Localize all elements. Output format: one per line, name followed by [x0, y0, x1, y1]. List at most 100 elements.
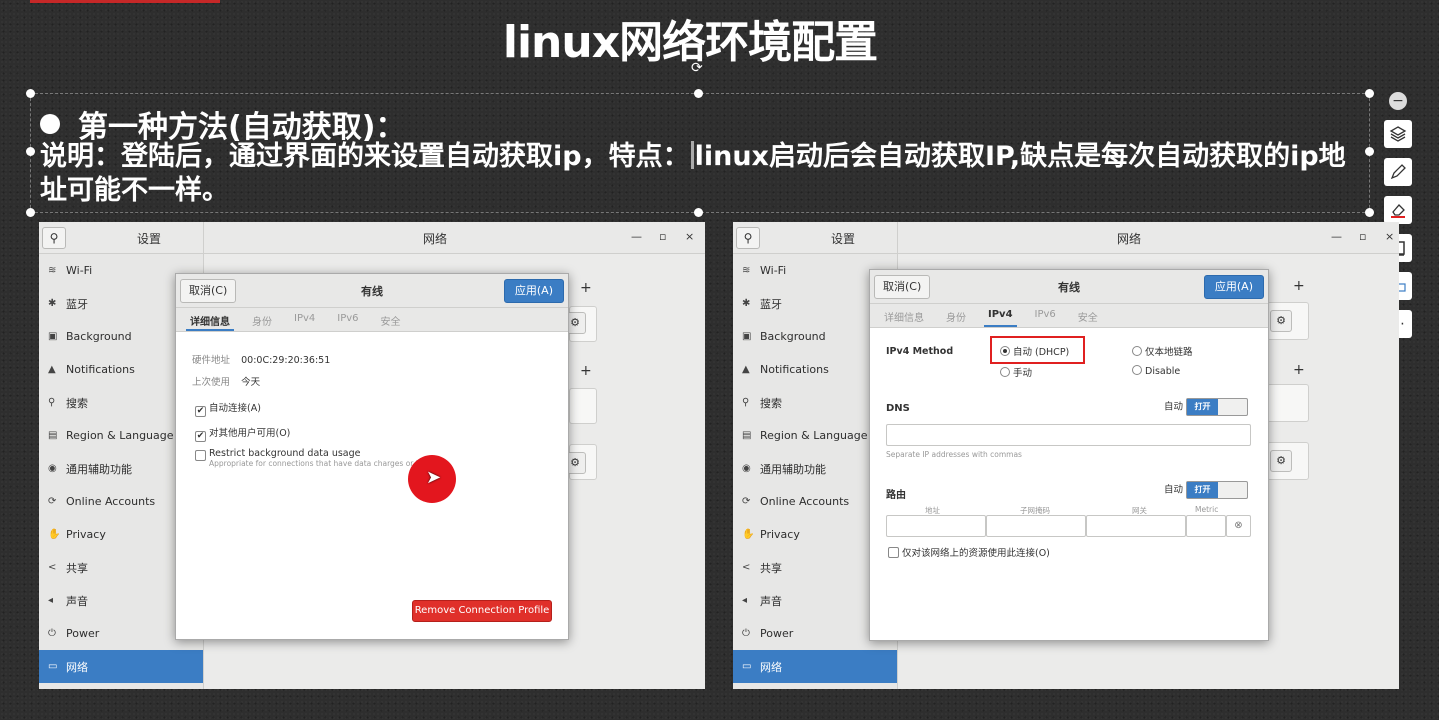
rotate-handle-icon[interactable]: ⟳ — [691, 60, 703, 76]
route-metric-input[interactable] — [1186, 515, 1226, 537]
other-users-checkbox[interactable]: ✔ 对其他用户可用(O) — [195, 425, 290, 442]
dns-label: DNS — [886, 403, 910, 414]
minimize-icon[interactable]: − — [1389, 92, 1407, 110]
region-icon: ▤ — [48, 430, 58, 441]
dialog-tab[interactable]: 身份 — [248, 308, 276, 331]
route-address-input[interactable] — [886, 515, 986, 537]
radio-unselected-icon — [1132, 365, 1142, 375]
only-resources-checkbox[interactable]: 仅对该网络上的资源使用此连接(O) — [888, 545, 1050, 559]
checkbox-checked-icon: ✔ — [195, 431, 206, 442]
text-caret — [690, 141, 694, 169]
sidebar-item-label: 蓝牙 — [760, 297, 782, 311]
sidebar-item-label: Privacy — [66, 528, 106, 541]
sidebar-item-label: Power — [66, 627, 100, 640]
privacy-icon: ✋ — [48, 529, 61, 540]
method-disable-radio[interactable]: Disable — [1132, 365, 1180, 377]
apply-button[interactable]: 应用(A) — [503, 279, 564, 303]
add-connection-icon[interactable]: + — [1293, 278, 1305, 294]
dialog-tab[interactable]: IPv4 — [984, 304, 1017, 327]
sidebar-item-label: 共享 — [760, 561, 782, 575]
dns-input[interactable] — [886, 424, 1251, 446]
resize-handle[interactable] — [26, 147, 35, 156]
dialog-tab[interactable]: IPv4 — [290, 308, 319, 331]
sidebar-item-label: Region & Language — [66, 429, 174, 442]
search-button[interactable]: ⚲ — [736, 227, 760, 249]
dialog-tab[interactable]: 身份 — [942, 304, 970, 327]
window-minimize-button[interactable]: — — [631, 230, 642, 243]
dialog-tab[interactable]: IPv6 — [333, 308, 362, 331]
resize-handle[interactable] — [1365, 89, 1374, 98]
method-auto-label: 自动 (DHCP) — [1013, 347, 1070, 358]
share-icon: < — [48, 562, 57, 573]
dialog-tabs: 详细信息 身份 IPv4 IPv6 安全 — [870, 304, 1268, 328]
hardware-address-label: 硬件地址 — [192, 355, 231, 366]
resize-handle[interactable] — [26, 208, 35, 217]
network-panel-title: 网络 — [422, 232, 447, 246]
resize-handle[interactable] — [26, 89, 35, 98]
mouse-pointer-icon: ➤ — [426, 467, 442, 488]
search-button[interactable]: ⚲ — [42, 227, 66, 249]
window-close-button[interactable]: × — [685, 230, 694, 243]
add-vpn-icon[interactable]: + — [580, 363, 592, 379]
dialog-tabs: 详细信息 身份 IPv4 IPv6 安全 — [176, 308, 568, 332]
bluetooth-icon: ✱ — [742, 298, 751, 309]
resize-handle[interactable] — [1365, 208, 1374, 217]
route-netmask-input[interactable] — [986, 515, 1086, 537]
resize-handle[interactable] — [1365, 147, 1374, 156]
layers-icon[interactable] — [1384, 120, 1412, 148]
method-manual-radio[interactable]: 手动 — [1000, 365, 1032, 379]
method-link-local-radio[interactable]: 仅本地链路 — [1132, 344, 1193, 358]
sidebar-item-label: 网络 — [66, 660, 88, 674]
dns-auto-switch[interactable]: 打开 — [1186, 398, 1249, 416]
window-close-button[interactable]: × — [1385, 230, 1394, 243]
restrict-data-label: Restrict background data usage — [209, 448, 361, 459]
route-gateway-input[interactable] — [1086, 515, 1186, 537]
dns-hint: Separate IP addresses with commas — [886, 450, 1022, 459]
eraser-icon[interactable] — [1384, 196, 1412, 224]
add-connection-icon[interactable]: + — [580, 280, 592, 296]
dialog-tab[interactable]: IPv6 — [1031, 304, 1060, 327]
settings-window-details: ⚲ 设置 网络 — ▫ × ≋ Wi-Fi ✱ 蓝牙 ▣ Background ▲ Notif… — [39, 222, 705, 689]
dns-auto-toggle-row: 自动 打开 — [1164, 398, 1249, 416]
restrict-data-checkbox[interactable]: Restrict background data usage Appropria… — [195, 448, 435, 468]
sidebar-item[interactable]: ▭ 网络 — [39, 650, 203, 683]
bullet-icon — [40, 114, 60, 134]
pen-icon[interactable] — [1384, 158, 1412, 186]
window-maximize-button[interactable]: ▫ — [1359, 230, 1366, 243]
add-vpn-icon[interactable]: + — [1293, 362, 1305, 378]
window-minimize-button[interactable]: — — [1331, 230, 1342, 243]
dialog-tab[interactable]: 详细信息 — [880, 304, 928, 327]
network-panel-title: 网络 — [1116, 232, 1141, 246]
sidebar-item-label: Wi-Fi — [66, 264, 93, 277]
network-icon: ▭ — [742, 661, 752, 672]
region-icon: ▤ — [742, 430, 752, 441]
remove-connection-profile-button[interactable]: Remove Connection Profile — [412, 600, 552, 622]
sidebar-item[interactable]: ▭ 网络 — [733, 650, 897, 683]
resize-handle[interactable] — [694, 89, 703, 98]
routes-auto-label: 自动 — [1164, 484, 1184, 496]
hardware-address-row: 硬件地址 00:0C:29:20:36:51 — [192, 348, 330, 367]
apply-button[interactable]: 应用(A) — [1203, 275, 1264, 299]
gear-icon[interactable]: ⚙ — [1270, 310, 1292, 332]
sidebar-item-label: Notifications — [66, 363, 135, 376]
dialog-tab[interactable]: 安全 — [1074, 304, 1102, 327]
gear-icon[interactable]: ⚙ — [1270, 450, 1292, 472]
resize-handle[interactable] — [694, 208, 703, 217]
sidebar-item-label: 通用辅助功能 — [66, 462, 132, 476]
sidebar-item-label: 搜索 — [66, 396, 88, 410]
restrict-data-hint: Appropriate for connections that have da… — [209, 459, 435, 468]
method-description[interactable]: 说明：登陆后，通过界面的来设置自动获取ip，特点： linux启动后会自动获取IP… — [40, 140, 1360, 208]
sidebar-item-label: 声音 — [66, 594, 88, 608]
only-resources-label: 仅对该网络上的资源使用此连接(O) — [902, 548, 1050, 559]
sidebar-item-label: 声音 — [760, 594, 782, 608]
cancel-button[interactable]: 取消(C) — [874, 275, 931, 299]
route-remove-icon[interactable]: ⊗ — [1226, 515, 1251, 537]
routes-auto-switch[interactable]: 打开 — [1186, 481, 1249, 499]
dialog-tab[interactable]: 详细信息 — [186, 308, 234, 331]
dialog-tab[interactable]: 安全 — [377, 308, 405, 331]
vpn-card — [569, 388, 597, 424]
window-maximize-button[interactable]: ▫ — [659, 230, 666, 243]
cancel-button[interactable]: 取消(C) — [180, 279, 237, 303]
method-auto-radio[interactable]: 自动 (DHCP) — [1000, 344, 1069, 358]
auto-connect-checkbox[interactable]: ✔ 自动连接(A) — [195, 400, 261, 417]
